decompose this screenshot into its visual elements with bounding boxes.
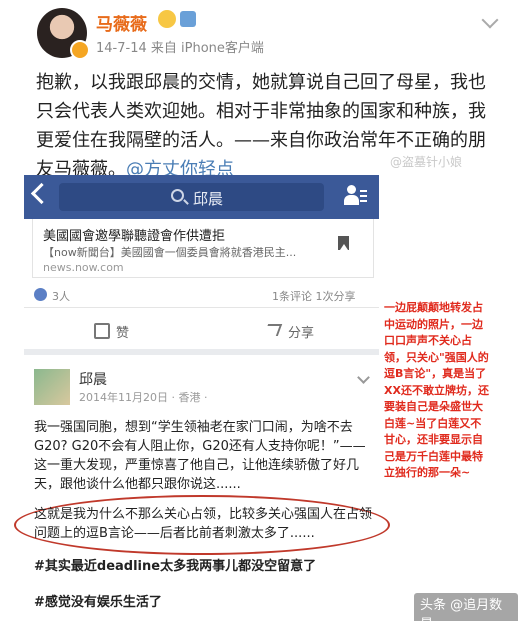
thumbs-up-icon[interactable] — [94, 323, 110, 339]
hashtag-line-1[interactable]: #其实最近deadline太多我两事儿都没空留意了 — [34, 555, 316, 574]
link-domain: news.now.com — [43, 261, 124, 274]
post-body-paragraph-2: 这就是我为什么不那么关心占领，比较多关心强国人在占领问题上的逗B言论——后者比前… — [34, 507, 373, 541]
author-name[interactable]: 马薇薇 — [96, 10, 147, 35]
image-watermark: @盗墓针小娘 — [390, 155, 463, 169]
hashtag-line-2[interactable]: #感觉没有娱乐生活了 — [34, 591, 162, 610]
link-description: 【now新聞台】美國國會一個委員會將就香港民主... — [43, 246, 297, 259]
search-query: 邱晨 — [193, 190, 224, 208]
back-arrow-icon[interactable] — [30, 182, 53, 205]
share-icon[interactable] — [263, 324, 283, 336]
post-body-paragraph-1: 我一强国同胞，想到“学生领袖老在家门口闹，为啥不去G20? G20不会有人阻止你… — [34, 420, 366, 492]
screenshot-page: 马薇薇 14-7-14 来自 iPhone客户端 抱歉，以我跟邱晨的交情，她就算… — [0, 0, 518, 621]
action-bar: 赞 分享 — [24, 313, 379, 355]
weibo-header: 马薇薇 14-7-14 来自 iPhone客户端 — [0, 0, 518, 64]
reactions-count[interactable]: 3人 — [52, 288, 70, 304]
post-options-icon[interactable] — [357, 371, 370, 384]
facebook-screenshot: 邱晨 美國國會邀學聯聽證會作供遭拒 【now新聞台】美國國會一個委員會將就香港民… — [14, 175, 390, 621]
post-author-name[interactable]: 邱晨 — [79, 369, 107, 389]
verified-badge-icon — [70, 40, 90, 60]
friend-requests-icon[interactable] — [344, 185, 367, 207]
comment-share-stats[interactable]: 1条评论 1次分享 — [272, 288, 356, 304]
search-icon — [171, 189, 184, 202]
facebook-top-bar: 邱晨 — [24, 175, 379, 219]
post-author-avatar[interactable] — [34, 369, 70, 405]
bookmark-icon[interactable] — [338, 236, 349, 250]
reactions-row: 3人 1条评论 1次分享 — [24, 283, 379, 308]
avatar[interactable] — [37, 8, 90, 60]
chevron-down-icon[interactable] — [481, 11, 499, 29]
like-button[interactable]: 赞 — [116, 322, 129, 341]
link-preview-card[interactable]: 美國國會邀學聯聽證會作供遭拒 【now新聞台】美國國會一個委員會將就香港民主..… — [32, 219, 374, 278]
like-badge-icon — [34, 288, 47, 301]
search-input[interactable]: 邱晨 — [59, 183, 324, 211]
post-header: 邱晨 2014年11月20日 · 香港 · — [24, 367, 379, 411]
footer-watermark: 头条 @追月数星 — [414, 593, 518, 621]
post-date: 2014年11月20日 · 香港 · — [79, 391, 208, 404]
post-meta: 14-7-14 来自 iPhone客户端 — [96, 41, 264, 56]
red-annotation-text: 一边屁颠颠地转发占中运动的照片，一边口口声声不关心占领，只关心"强国人的逗B言论… — [384, 301, 489, 479]
emoji-icon — [158, 10, 176, 28]
link-title: 美國國會邀學聯聽證會作供遭拒 — [43, 229, 226, 244]
share-button[interactable]: 分享 — [288, 322, 314, 341]
vip-icon — [180, 11, 196, 27]
